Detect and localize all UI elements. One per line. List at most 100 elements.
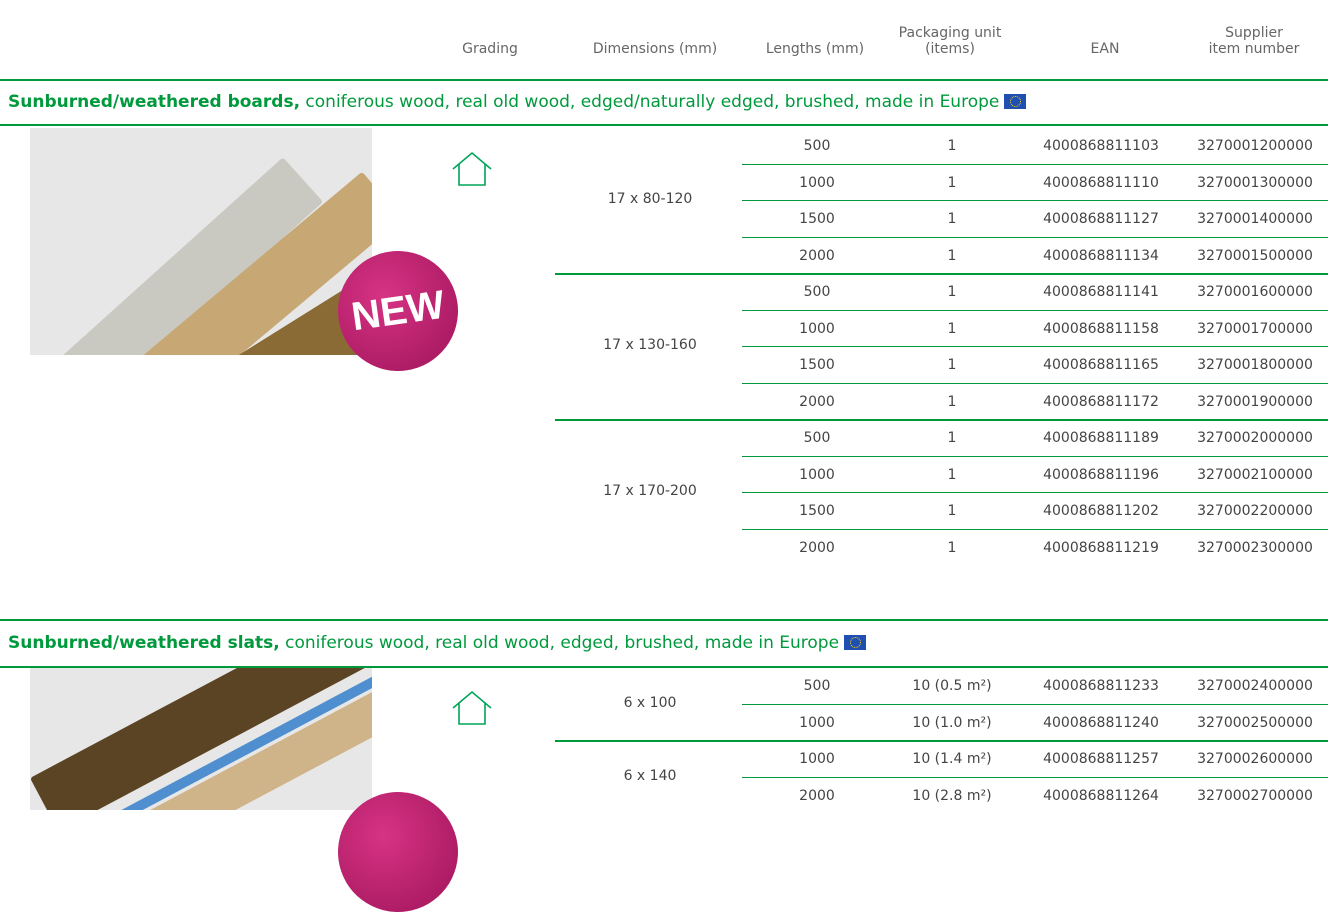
ean-cell: 4000868811103 — [1043, 138, 1159, 154]
table-row: 500 1 4000868811141 3270001600000 — [742, 274, 1328, 310]
header-supplier-line2: item number — [1208, 41, 1300, 57]
packaging-cell: 1 — [947, 284, 957, 300]
supplier-number-cell: 3270002300000 — [1197, 539, 1313, 556]
supplier-number-cell: 3270001600000 — [1197, 284, 1313, 300]
ean-cell: 4000868811219 — [1043, 539, 1159, 556]
length-cell: 1000 — [799, 751, 835, 767]
ean-cell: 4000868811189 — [1043, 430, 1159, 446]
supplier-number-cell: 3270001700000 — [1197, 320, 1313, 337]
dimension-cell: 17 x 80-120 — [607, 191, 693, 207]
section-title-bold: Sunburned/weathered slats, — [8, 633, 280, 653]
supplier-number-cell: 3270002500000 — [1197, 714, 1313, 731]
section-title-bold: Sunburned/weathered boards, — [8, 92, 301, 112]
table-row: 2000 1 4000868811219 3270002300000 — [742, 530, 1328, 566]
packaging-cell: 1 — [947, 539, 957, 556]
header-lengths: Lengths (mm) — [765, 41, 865, 57]
packaging-cell: 1 — [947, 211, 957, 227]
table-row: 1500 1 4000868811202 3270002200000 — [742, 493, 1328, 529]
length-cell: 1000 — [799, 174, 835, 191]
table-row: 1000 1 4000868811196 3270002100000 — [742, 457, 1328, 493]
supplier-number-cell: 3270001200000 — [1197, 138, 1313, 154]
supplier-number-cell: 3270002700000 — [1197, 787, 1313, 804]
table-row: 1500 1 4000868811127 3270001400000 — [742, 201, 1328, 237]
supplier-number-cell: 3270001500000 — [1197, 247, 1313, 264]
eu-flag-icon — [844, 635, 867, 650]
ean-cell: 4000868811110 — [1043, 174, 1159, 191]
supplier-number-cell: 3270001300000 — [1197, 174, 1313, 191]
table-row: 1000 10 (1.4 m²) 4000868811257 327000260000… — [742, 741, 1328, 777]
table-row: 1000 1 4000868811158 3270001700000 — [742, 311, 1328, 347]
length-cell: 500 — [803, 678, 831, 694]
supplier-number-cell: 3270002100000 — [1197, 466, 1313, 483]
table-row: 1000 1 4000868811110 3270001300000 — [742, 165, 1328, 201]
supplier-number-cell: 3270001400000 — [1197, 211, 1313, 227]
ean-cell: 4000868811134 — [1043, 247, 1159, 264]
packaging-cell: 1 — [947, 466, 957, 483]
section-rule — [0, 124, 1328, 126]
dimension-cell: 6 x 100 — [623, 694, 677, 711]
ean-cell: 4000868811233 — [1043, 678, 1159, 694]
ean-cell: 4000868811202 — [1043, 503, 1159, 519]
packaging-cell: 1 — [947, 357, 957, 373]
ean-cell: 4000868811172 — [1043, 393, 1159, 410]
supplier-number-cell: 3270001800000 — [1197, 357, 1313, 373]
product-image-slats — [30, 668, 372, 810]
header-ean: EAN — [1090, 41, 1120, 57]
section-title-rest: coniferous wood, real old wood, edged, b… — [279, 633, 840, 653]
length-cell: 1500 — [799, 503, 835, 519]
table-row: 1000 10 (1.0 m²) 4000868811240 327000250000… — [742, 705, 1328, 741]
header-packaging-line2: (items) — [925, 41, 975, 57]
table-row: 500 10 (0.5 m²) 4000868811233 3270002400000 — [742, 668, 1328, 704]
header-rule — [0, 79, 1328, 81]
supplier-number-cell: 3270001900000 — [1197, 393, 1313, 410]
header-dimensions: Dimensions (mm) — [592, 41, 718, 57]
packaging-cell: 10 (1.4 m²) — [912, 751, 992, 767]
packaging-cell: 1 — [947, 393, 957, 410]
ean-cell: 4000868811257 — [1043, 751, 1159, 767]
dimension-cell: 17 x 130-160 — [603, 337, 697, 353]
ean-cell: 4000868811240 — [1043, 714, 1159, 731]
header-packaging-line1: Packaging unit — [898, 25, 1002, 41]
packaging-cell: 10 (0.5 m²) — [912, 678, 992, 694]
length-cell: 2000 — [799, 247, 835, 264]
ean-cell: 4000868811165 — [1043, 357, 1159, 373]
packaging-cell: 10 (1.0 m²) — [912, 714, 992, 731]
table-row: 1500 1 4000868811165 3270001800000 — [742, 347, 1328, 383]
length-cell: 1500 — [799, 211, 835, 227]
table-row: 2000 10 (2.8 m²) 4000868811264 327000270000… — [742, 778, 1328, 814]
length-cell: 1000 — [799, 714, 835, 731]
dimension-cell: 17 x 170-200 — [603, 483, 697, 499]
length-cell: 2000 — [799, 539, 835, 556]
length-cell: 2000 — [799, 787, 835, 804]
packaging-cell: 1 — [947, 503, 957, 519]
section-title-boards: Sunburned/weathered boards, coniferous w… — [8, 92, 1027, 112]
length-cell: 2000 — [799, 393, 835, 410]
dimension-cell: 6 x 140 — [623, 767, 677, 784]
supplier-number-cell: 3270002600000 — [1197, 751, 1313, 767]
length-cell: 500 — [803, 284, 831, 300]
header-grading: Grading — [462, 41, 518, 57]
packaging-cell: 1 — [947, 138, 957, 154]
ean-cell: 4000868811141 — [1043, 284, 1159, 300]
eu-flag-icon — [1004, 94, 1027, 109]
table-header: Grading Dimensions (mm) Lengths (mm) Pac… — [0, 0, 1328, 80]
section-title-slats: Sunburned/weathered slats, coniferous wo… — [8, 633, 867, 653]
supplier-number-cell: 3270002000000 — [1197, 430, 1313, 446]
table-row: 2000 1 4000868811134 3270001500000 — [742, 238, 1328, 274]
table-row: 500 1 4000868811189 3270002000000 — [742, 420, 1328, 456]
header-supplier-line1: Supplier — [1225, 25, 1283, 41]
section-rule — [0, 619, 1328, 621]
length-cell: 1500 — [799, 357, 835, 373]
length-cell: 1000 — [799, 320, 835, 337]
ean-cell: 4000868811127 — [1043, 211, 1159, 227]
supplier-number-cell: 3270002400000 — [1197, 678, 1313, 694]
packaging-cell: 1 — [947, 174, 957, 191]
product-image-boards — [30, 128, 372, 355]
supplier-number-cell: 3270002200000 — [1197, 503, 1313, 519]
house-icon — [452, 151, 492, 186]
packaging-cell: 1 — [947, 247, 957, 264]
length-cell: 500 — [803, 430, 831, 446]
packaging-cell: 1 — [947, 320, 957, 337]
length-cell: 500 — [803, 138, 831, 154]
ean-cell: 4000868811264 — [1043, 787, 1159, 804]
